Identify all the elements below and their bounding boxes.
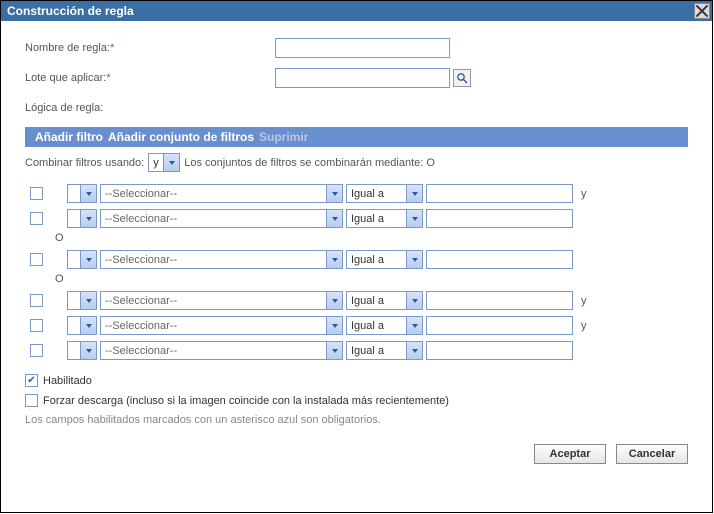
chevron-down-icon: [406, 317, 422, 334]
name-input[interactable]: [275, 38, 450, 58]
row-select-field[interactable]: --Seleccionar--: [100, 341, 343, 360]
row-value-input[interactable]: [426, 184, 573, 203]
combine-label: Combinar filtros usando:: [25, 157, 144, 169]
row-value-input[interactable]: [426, 250, 573, 269]
titlebar: Construcción de regla: [1, 1, 712, 21]
name-label: Nombre de regla:*: [25, 42, 275, 54]
chevron-down-icon: [326, 251, 342, 268]
chevron-down-icon: [80, 210, 96, 227]
filter-toolbar: Añadir filtro Añadir conjunto de filtros…: [25, 127, 688, 147]
row-select-condition[interactable]: Igual a: [346, 291, 423, 310]
filter-row: --Seleccionar--Igual a: [25, 209, 688, 228]
filter-row: --Seleccionar--Igual a y: [25, 316, 688, 335]
ok-button[interactable]: Aceptar: [534, 444, 606, 464]
close-button[interactable]: [694, 3, 710, 19]
chevron-down-icon: [80, 251, 96, 268]
row-select-1[interactable]: [67, 250, 97, 269]
filter-row: --Seleccionar--Igual a: [25, 341, 688, 360]
add-filter-link[interactable]: Añadir filtro: [35, 130, 103, 144]
row-operator: y: [576, 295, 587, 307]
chevron-down-icon: [406, 185, 422, 202]
suppress-link: Suprimir: [259, 130, 308, 144]
row-select-1[interactable]: [67, 316, 97, 335]
batch-lookup-button[interactable]: [453, 69, 471, 87]
or-separator: O: [25, 273, 688, 285]
row-operator: y: [576, 320, 587, 332]
or-separator: O: [25, 232, 688, 244]
enabled-label: Habilitado: [43, 375, 92, 387]
force-checkbox[interactable]: [25, 394, 38, 407]
chevron-down-icon: [326, 317, 342, 334]
force-label: Forzar descarga (incluso si la imagen co…: [43, 395, 449, 407]
row-select-field[interactable]: --Seleccionar--: [100, 316, 343, 335]
logic-label: Lógica de regla:: [25, 102, 275, 114]
row-select-field[interactable]: --Seleccionar--: [100, 184, 343, 203]
close-icon: [695, 4, 709, 18]
required-hint: Los campos habilitados marcados con un a…: [25, 414, 688, 426]
chevron-down-icon: [326, 342, 342, 359]
row-select-condition[interactable]: Igual a: [346, 316, 423, 335]
dialog-title: Construcción de regla: [7, 4, 134, 18]
chevron-down-icon: [406, 210, 422, 227]
batch-input[interactable]: [275, 68, 450, 88]
row-checkbox[interactable]: [30, 319, 43, 332]
row-checkbox[interactable]: [30, 253, 43, 266]
combine-select[interactable]: y: [148, 153, 180, 172]
row-select-condition[interactable]: Igual a: [346, 341, 423, 360]
row-select-condition[interactable]: Igual a: [346, 250, 423, 269]
chevron-down-icon: [80, 317, 96, 334]
row-checkbox[interactable]: [30, 294, 43, 307]
row-checkbox[interactable]: [30, 187, 43, 200]
row-checkbox[interactable]: [30, 212, 43, 225]
row-select-field[interactable]: --Seleccionar--: [100, 209, 343, 228]
chevron-down-icon: [326, 292, 342, 309]
row-select-field[interactable]: --Seleccionar--: [100, 250, 343, 269]
row-operator: y: [576, 188, 587, 200]
row-select-1[interactable]: [67, 209, 97, 228]
search-icon: [456, 72, 468, 84]
chevron-down-icon: [80, 342, 96, 359]
rule-dialog: Construcción de regla Nombre de regla:* …: [0, 0, 713, 513]
chevron-down-icon: [80, 292, 96, 309]
row-value-input[interactable]: [426, 209, 573, 228]
cancel-button[interactable]: Cancelar: [616, 444, 688, 464]
dialog-body: Nombre de regla:* Lote que aplicar:* Lóg…: [1, 21, 712, 434]
add-set-link[interactable]: Añadir conjunto de filtros: [108, 130, 254, 144]
row-select-field[interactable]: --Seleccionar--: [100, 291, 343, 310]
row-select-condition[interactable]: Igual a: [346, 184, 423, 203]
batch-label: Lote que aplicar:*: [25, 72, 275, 84]
chevron-down-icon: [163, 154, 179, 171]
filter-row: --Seleccionar--Igual a y: [25, 184, 688, 203]
chevron-down-icon: [406, 292, 422, 309]
row-select-1[interactable]: [67, 291, 97, 310]
row-select-condition[interactable]: Igual a: [346, 209, 423, 228]
chevron-down-icon: [406, 342, 422, 359]
row-checkbox[interactable]: [30, 344, 43, 357]
row-value-input[interactable]: [426, 291, 573, 310]
chevron-down-icon: [326, 210, 342, 227]
row-select-1[interactable]: [67, 341, 97, 360]
row-value-input[interactable]: [426, 316, 573, 335]
filter-row: --Seleccionar--Igual a: [25, 250, 688, 269]
chevron-down-icon: [80, 185, 96, 202]
chevron-down-icon: [406, 251, 422, 268]
chevron-down-icon: [326, 185, 342, 202]
filter-row: --Seleccionar--Igual a y: [25, 291, 688, 310]
row-select-1[interactable]: [67, 184, 97, 203]
enabled-checkbox[interactable]: [25, 374, 38, 387]
combine-sets-text: Los conjuntos de filtros se combinarán m…: [184, 157, 435, 169]
row-value-input[interactable]: [426, 341, 573, 360]
